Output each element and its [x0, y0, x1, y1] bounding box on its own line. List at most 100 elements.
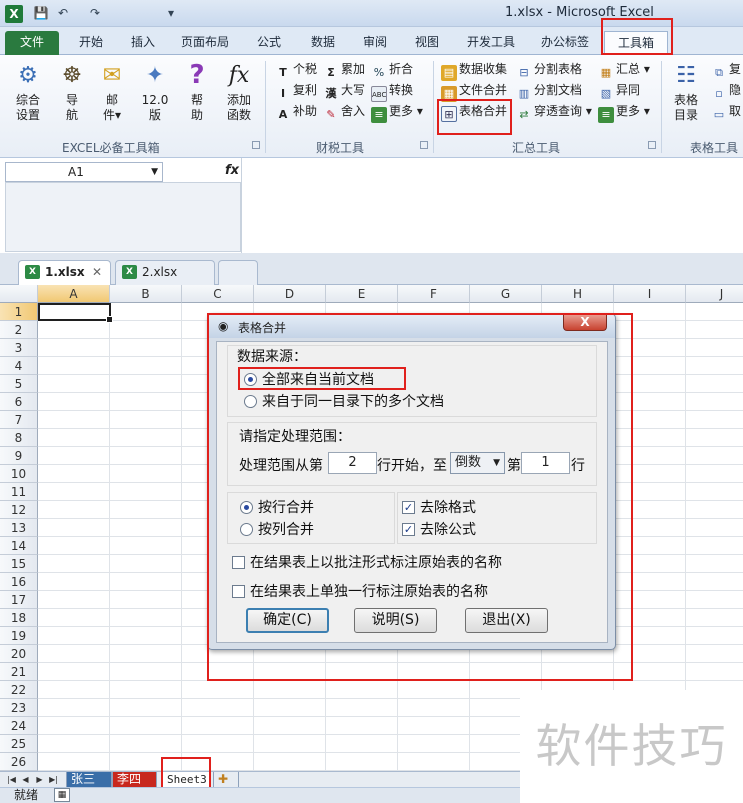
tab-data[interactable]: 数据	[300, 31, 346, 55]
summary-button[interactable]: ▦ 汇总 ▾	[598, 59, 650, 79]
column-header[interactable]: J	[686, 285, 743, 303]
row-header[interactable]: 8	[0, 429, 38, 447]
row-header[interactable]: 15	[0, 555, 38, 573]
group-launcher-icon[interactable]	[252, 141, 260, 149]
redo-icon[interactable]: ↷	[87, 5, 103, 21]
subsidy-button[interactable]: A 补助	[275, 101, 317, 121]
next-sheet-icon[interactable]: ▶	[34, 773, 45, 786]
row-header[interactable]: 26	[0, 753, 38, 771]
column-header[interactable]: I	[614, 285, 686, 303]
row-header[interactable]: 10	[0, 465, 38, 483]
customize-qat-icon[interactable]: ▾	[163, 5, 179, 21]
row-header[interactable]: 24	[0, 717, 38, 735]
tab-office-tab[interactable]: 办公标签	[532, 31, 598, 55]
data-collect-button[interactable]: ▤ 数据收集	[441, 59, 507, 81]
column-header[interactable]: G	[470, 285, 542, 303]
settings-button[interactable]: ⚙ 综合 设置	[8, 59, 48, 123]
copy-table-button[interactable]: ⧉ 复	[711, 59, 741, 79]
tab-file[interactable]: 文件	[5, 31, 59, 55]
insert-sheet-icon[interactable]: ✚	[213, 772, 239, 788]
row-header[interactable]: 11	[0, 483, 38, 501]
insert-function-icon[interactable]: fx	[225, 163, 239, 178]
chevron-down-icon[interactable]: ▼	[151, 163, 158, 181]
row-header[interactable]: 21	[0, 663, 38, 681]
column-header[interactable]: A	[38, 285, 110, 303]
more-summary-button[interactable]: ≡ 更多 ▾	[598, 101, 650, 123]
row-header[interactable]: 5	[0, 375, 38, 393]
doc-tab-2[interactable]: X 2.xlsx	[115, 260, 215, 285]
mail-label-1: 邮	[105, 93, 118, 107]
sheet-tab-zhangsan[interactable]: 张三	[66, 772, 112, 788]
new-tab[interactable]	[218, 260, 258, 285]
excel-app-icon[interactable]: X	[5, 5, 23, 23]
tab-view[interactable]: 视图	[404, 31, 450, 55]
drill-query-button[interactable]: ⇄ 穿透查询 ▾	[516, 101, 591, 121]
column-header[interactable]: F	[398, 285, 470, 303]
tab-formulas[interactable]: 公式	[246, 31, 292, 55]
select-all-corner[interactable]	[0, 285, 38, 303]
save-icon[interactable]: 💾	[33, 5, 49, 21]
diff-button[interactable]: ▧ 异同	[598, 80, 640, 100]
hide-table-button[interactable]: ▫ 隐	[711, 80, 741, 100]
split-document-button[interactable]: ▥ 分割文档	[516, 80, 582, 100]
navigation-button[interactable]: ☸ 导 航	[52, 59, 92, 123]
row-header[interactable]: 2	[0, 321, 38, 339]
split-table-button[interactable]: ⊟ 分割表格	[516, 59, 582, 79]
discount-button[interactable]: % 折合	[371, 59, 413, 79]
last-sheet-icon[interactable]: ▶|	[48, 773, 59, 786]
compound-button[interactable]: I 复利	[275, 80, 317, 100]
table-directory-button[interactable]: ☷ 表格 目录	[666, 59, 706, 123]
group-launcher-icon[interactable]	[420, 141, 428, 149]
cancel-table-button[interactable]: ▭ 取	[711, 101, 741, 121]
row-header[interactable]: 25	[0, 735, 38, 753]
row-header[interactable]: 18	[0, 609, 38, 627]
row-header[interactable]: 3	[0, 339, 38, 357]
selected-cell-a1[interactable]	[38, 303, 113, 323]
row-header[interactable]: 9	[0, 447, 38, 465]
row-header[interactable]: 17	[0, 591, 38, 609]
file-merge-button[interactable]: ▦ 文件合并	[441, 80, 507, 102]
more-tax-button[interactable]: ≡ 更多 ▾	[371, 101, 423, 123]
tab-page-layout[interactable]: 页面布局	[172, 31, 238, 55]
add-function-button[interactable]: fx 添加 函数	[219, 59, 259, 123]
row-header[interactable]: 12	[0, 501, 38, 519]
help-button[interactable]: ? 帮 助	[177, 59, 217, 123]
convert-button[interactable]: ABC 转换	[371, 80, 413, 102]
name-box[interactable]: A1 ▼	[5, 162, 163, 182]
column-header[interactable]: C	[182, 285, 254, 303]
row-header[interactable]: 20	[0, 645, 38, 663]
column-header[interactable]: B	[110, 285, 182, 303]
column-header[interactable]: D	[254, 285, 326, 303]
row-header[interactable]: 13	[0, 519, 38, 537]
column-header[interactable]: E	[326, 285, 398, 303]
doc-tab-1[interactable]: X 1.xlsx ✕	[18, 260, 111, 285]
rounding-button[interactable]: ✎ 舍入	[323, 101, 365, 121]
prev-sheet-icon[interactable]: ◀	[20, 773, 31, 786]
close-icon[interactable]: ✕	[92, 261, 102, 284]
undo-icon[interactable]: ↶	[55, 5, 71, 21]
row-header[interactable]: 19	[0, 627, 38, 645]
tab-developer[interactable]: 开发工具	[458, 31, 524, 55]
tax-button[interactable]: T 个税	[275, 59, 317, 79]
row-header[interactable]: 6	[0, 393, 38, 411]
more-icon: ≡	[598, 107, 614, 123]
macro-record-icon[interactable]: ▦	[54, 788, 70, 802]
column-header[interactable]: H	[542, 285, 614, 303]
version-button[interactable]: ✦ 12.0 版	[135, 59, 175, 123]
row-header[interactable]: 4	[0, 357, 38, 375]
uppercase-button[interactable]: 漢大写	[323, 80, 366, 100]
row-header[interactable]: 22	[0, 681, 38, 699]
row-header[interactable]: 14	[0, 537, 38, 555]
tab-review[interactable]: 审阅	[352, 31, 398, 55]
sheet-tab-lisi[interactable]: 李四	[112, 772, 157, 788]
row-header[interactable]: 1	[0, 303, 38, 321]
row-header[interactable]: 23	[0, 699, 38, 717]
tab-insert[interactable]: 插入	[120, 31, 166, 55]
row-header[interactable]: 16	[0, 573, 38, 591]
group-launcher-icon[interactable]	[648, 141, 656, 149]
tab-home[interactable]: 开始	[68, 31, 114, 55]
row-header[interactable]: 7	[0, 411, 38, 429]
first-sheet-icon[interactable]: |◀	[6, 773, 17, 786]
mail-button[interactable]: ✉ 邮 件▾	[92, 59, 132, 123]
accumulate-button[interactable]: Σ 累加	[323, 59, 365, 79]
